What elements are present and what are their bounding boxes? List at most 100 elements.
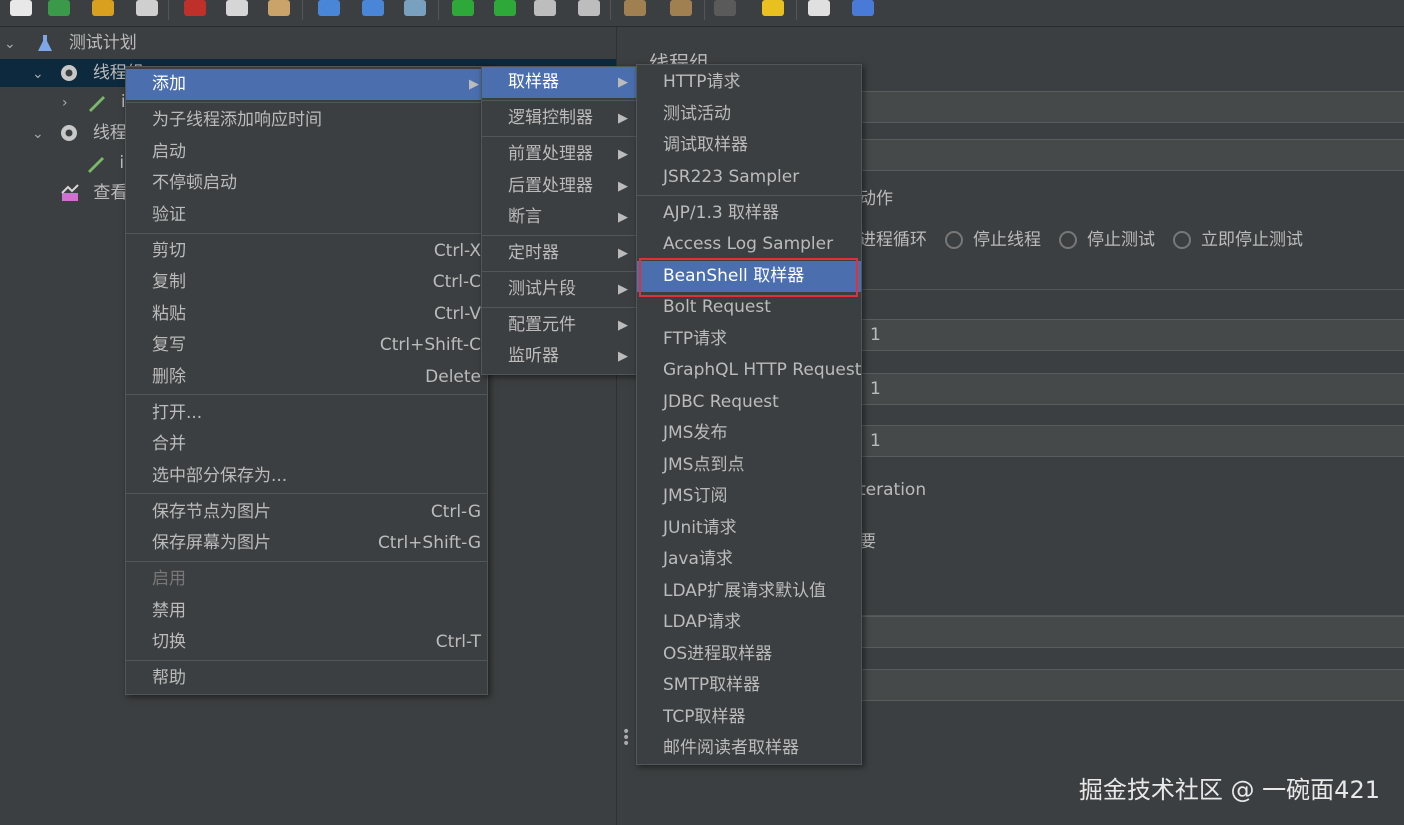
new-icon[interactable] bbox=[10, 0, 32, 16]
menu-item-open[interactable]: 打开... bbox=[126, 398, 487, 429]
menu-item-delete[interactable]: 删除 Delete bbox=[126, 362, 487, 393]
collapse-icon[interactable] bbox=[362, 0, 384, 16]
menu-item-validate[interactable]: 验证 bbox=[126, 200, 487, 231]
sampler-item-ajp[interactable]: AJP/1.3 取样器 bbox=[637, 198, 861, 229]
submenu-item-assertion[interactable]: 断言 ▶ bbox=[482, 202, 636, 233]
chevron-down-icon[interactable]: ⌄ bbox=[32, 60, 46, 88]
expand-icon[interactable] bbox=[318, 0, 340, 16]
sampler-item-debug[interactable]: 调试取样器 bbox=[637, 130, 861, 161]
tree-item-label: 查看 bbox=[93, 183, 128, 203]
clear-all-icon[interactable] bbox=[670, 0, 692, 16]
submenu-item-config-element[interactable]: 配置元件 ▶ bbox=[482, 310, 636, 341]
submenu-item-test-fragment[interactable]: 测试片段 ▶ bbox=[482, 274, 636, 305]
sampler-item-tcp[interactable]: TCP取样器 bbox=[637, 702, 861, 733]
radio-label: 停止线程 bbox=[973, 230, 1041, 250]
toggle-icon[interactable] bbox=[404, 0, 426, 16]
submenu-item-sampler[interactable]: 取样器 ▶ bbox=[482, 67, 636, 98]
submenu-item-post-processor[interactable]: 后置处理器 ▶ bbox=[482, 171, 636, 202]
ramp-up-field[interactable]: 1 bbox=[861, 373, 1404, 405]
menu-item-add-response-time[interactable]: 为子线程添加响应时间 bbox=[126, 105, 487, 136]
submenu-item-logic-controller[interactable]: 逻辑控制器 ▶ bbox=[482, 103, 636, 134]
submenu-item-timer[interactable]: 定时器 ▶ bbox=[482, 238, 636, 269]
stop-icon[interactable] bbox=[534, 0, 556, 16]
menu-item-save-screen-image[interactable]: 保存屏幕为图片 Ctrl+Shift-G bbox=[126, 528, 487, 559]
menu-item-toggle[interactable]: 切换 Ctrl-T bbox=[126, 627, 487, 658]
menu-item-start[interactable]: 启动 bbox=[126, 137, 487, 168]
menu-item-save-selection[interactable]: 选中部分保存为... bbox=[126, 461, 487, 492]
reset-search-icon[interactable] bbox=[762, 0, 784, 16]
sampler-icon bbox=[88, 157, 104, 173]
sampler-item-access-log[interactable]: Access Log Sampler bbox=[637, 229, 861, 260]
action-label: 动作 bbox=[859, 189, 893, 209]
tree-item-test-plan[interactable]: ⌄ 测试计划 bbox=[0, 29, 616, 57]
chevron-down-icon[interactable]: ⌄ bbox=[4, 30, 18, 58]
radio-stop-test[interactable] bbox=[1059, 231, 1077, 249]
sampler-icon bbox=[89, 96, 106, 112]
menu-item-cut[interactable]: 剪切 Ctrl-X bbox=[126, 236, 487, 267]
save-icon[interactable] bbox=[136, 0, 158, 16]
threads-field[interactable]: 1 bbox=[861, 319, 1404, 351]
comments-field[interactable] bbox=[859, 139, 1404, 171]
sampler-item-ldap-ext-defaults[interactable]: LDAP扩展请求默认值 bbox=[637, 576, 861, 607]
submenu-item-listener[interactable]: 监听器 ▶ bbox=[482, 341, 636, 372]
clear-icon[interactable] bbox=[624, 0, 646, 16]
startup-delay-field[interactable] bbox=[859, 669, 1404, 701]
sampler-item-jms-subscriber[interactable]: JMS订阅 bbox=[637, 481, 861, 512]
sampler-item-smtp[interactable]: SMTP取样器 bbox=[637, 670, 861, 701]
help-icon[interactable] bbox=[852, 0, 874, 16]
sampler-item-beanshell[interactable]: BeanShell 取样器 bbox=[637, 261, 861, 292]
chevron-down-icon[interactable]: ⌄ bbox=[32, 120, 46, 148]
chevron-right-icon[interactable]: › bbox=[62, 89, 76, 117]
sampler-submenu: HTTP请求 测试活动 调试取样器 JSR223 Sampler AJP/1.3… bbox=[636, 64, 862, 765]
sampler-item-http[interactable]: HTTP请求 bbox=[637, 67, 861, 98]
sampler-item-junit[interactable]: JUnit请求 bbox=[637, 513, 861, 544]
sampler-item-mail-reader[interactable]: 邮件阅读者取样器 bbox=[637, 733, 861, 764]
search-icon[interactable] bbox=[714, 0, 736, 16]
start-no-pause-icon[interactable] bbox=[494, 0, 516, 16]
submenu-arrow-icon: ▶ bbox=[618, 179, 628, 194]
radio-stop-test-now[interactable] bbox=[1173, 231, 1191, 249]
tree-item-label: 测试计划 bbox=[68, 33, 137, 53]
radio-stop-thread[interactable] bbox=[945, 231, 963, 249]
menu-item-duplicate[interactable]: 复写 Ctrl+Shift-C bbox=[126, 330, 487, 361]
menu-item-disable[interactable]: 禁用 bbox=[126, 596, 487, 627]
submenu-arrow-icon: ▶ bbox=[618, 282, 628, 297]
loop-count-field[interactable]: 1 bbox=[861, 425, 1404, 457]
submenu-arrow-icon: ▶ bbox=[618, 210, 628, 225]
sampler-item-jdbc[interactable]: JDBC Request bbox=[637, 387, 861, 418]
menu-item-start-no-pause[interactable]: 不停顿启动 bbox=[126, 168, 487, 199]
menu-item-copy[interactable]: 复制 Ctrl-C bbox=[126, 267, 487, 298]
same-user-iteration-label: teration bbox=[859, 480, 927, 500]
sampler-item-java[interactable]: Java请求 bbox=[637, 544, 861, 575]
sampler-item-ftp[interactable]: FTP请求 bbox=[637, 324, 861, 355]
menu-item-help[interactable]: 帮助 bbox=[126, 663, 487, 694]
context-menu: 添加 ▶ 为子线程添加响应时间 启动 不停顿启动 验证 剪切 Ctrl-X 复制 Ct… bbox=[125, 66, 488, 695]
shutdown-icon[interactable] bbox=[578, 0, 600, 16]
sampler-item-test-action[interactable]: 测试活动 bbox=[637, 99, 861, 130]
menu-item-enable: 启用 bbox=[152, 569, 186, 589]
action-radio-group: 进程循环 停止线程 停止测试 立即停止测试 bbox=[859, 225, 1303, 250]
sampler-item-graphql[interactable]: GraphQL HTTP Request bbox=[637, 355, 861, 386]
submenu-item-pre-processor[interactable]: 前置处理器 ▶ bbox=[482, 139, 636, 170]
copy-icon[interactable] bbox=[226, 0, 248, 16]
submenu-arrow-icon: ▶ bbox=[618, 349, 628, 364]
radio-label: 停止测试 bbox=[1087, 230, 1155, 250]
menu-item-add[interactable]: 添加 ▶ bbox=[126, 69, 487, 100]
paste-icon[interactable] bbox=[268, 0, 290, 16]
sampler-item-os-process[interactable]: OS进程取样器 bbox=[637, 639, 861, 670]
sampler-item-jms-p2p[interactable]: JMS点到点 bbox=[637, 450, 861, 481]
function-helper-icon[interactable] bbox=[808, 0, 830, 16]
templates-icon[interactable] bbox=[48, 0, 70, 16]
menu-item-save-node-image[interactable]: 保存节点为图片 Ctrl-G bbox=[126, 497, 487, 528]
cut-icon[interactable] bbox=[184, 0, 206, 16]
open-icon[interactable] bbox=[92, 0, 114, 16]
sampler-item-bolt[interactable]: Bolt Request bbox=[637, 292, 861, 323]
menu-item-merge[interactable]: 合并 bbox=[126, 429, 487, 460]
sampler-item-ldap[interactable]: LDAP请求 bbox=[637, 607, 861, 638]
sampler-item-jms-publisher[interactable]: JMS发布 bbox=[637, 418, 861, 449]
menu-item-paste[interactable]: 粘贴 Ctrl-V bbox=[126, 299, 487, 330]
start-icon[interactable] bbox=[452, 0, 474, 16]
name-field[interactable] bbox=[859, 91, 1404, 123]
sampler-item-jsr223[interactable]: JSR223 Sampler bbox=[637, 162, 861, 193]
duration-field[interactable] bbox=[859, 616, 1404, 648]
